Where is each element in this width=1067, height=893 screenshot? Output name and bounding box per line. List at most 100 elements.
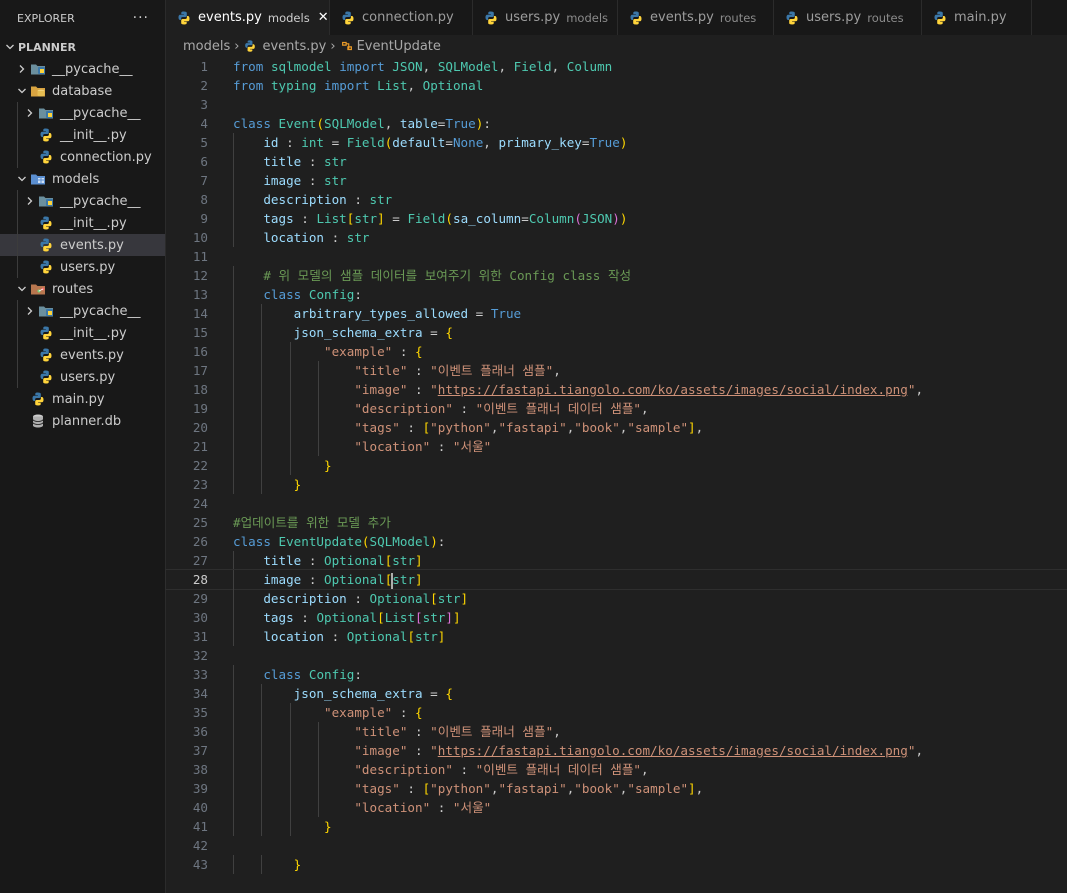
code-line[interactable]: 31 location : Optional[str]	[166, 627, 1067, 646]
python-file-icon	[932, 10, 948, 26]
code-line[interactable]: 32	[166, 646, 1067, 665]
more-actions-icon[interactable]: ···	[133, 10, 149, 26]
code-line[interactable]: 33 class Config:	[166, 665, 1067, 684]
tree-item[interactable]: routes	[0, 278, 165, 300]
breadcrumb-symbol[interactable]: EventUpdate	[357, 39, 441, 54]
code-line[interactable]: 21 "location" : "서울"	[166, 437, 1067, 456]
close-icon[interactable]: ✕	[318, 10, 329, 25]
indent-guide	[17, 102, 18, 124]
editor-tab[interactable]: events.py routes	[618, 0, 774, 35]
code-line[interactable]: 40 "location" : "서울"	[166, 798, 1067, 817]
line-number: 20	[192, 420, 208, 435]
editor-tab[interactable]: main.py	[922, 0, 1032, 35]
line-number: 10	[192, 230, 208, 245]
code-text: }	[324, 458, 332, 473]
tree-item[interactable]: users.py	[0, 366, 165, 388]
code-line[interactable]: 12 # 위 모델의 샘플 데이터를 보여주기 위한 Config class …	[166, 266, 1067, 285]
code-line[interactable]: 23 }	[166, 475, 1067, 494]
tree-item[interactable]: main.py	[0, 388, 165, 410]
tree-item-label: planner.db	[52, 413, 122, 429]
tree-item[interactable]: planner.db	[0, 410, 165, 432]
code-line[interactable]: 8 description : str	[166, 190, 1067, 209]
editor-tab[interactable]: users.py routes	[774, 0, 922, 35]
code-text: location : str	[263, 230, 370, 245]
code-line[interactable]: 15 json_schema_extra = {	[166, 323, 1067, 342]
code-line[interactable]: 24	[166, 494, 1067, 513]
tree-item-label: connection.py	[60, 149, 152, 165]
code-line[interactable]: 2 from typing import List, Optional	[166, 76, 1067, 95]
indent-guide	[17, 344, 18, 366]
editor-tab[interactable]: connection.py	[330, 0, 473, 35]
breadcrumb-folder[interactable]: models	[183, 39, 230, 54]
code-line[interactable]: 19 "description" : "이벤트 플래너 데이터 샘플",	[166, 399, 1067, 418]
code-line[interactable]: 9 tags : List[str] = Field(sa_column=Col…	[166, 209, 1067, 228]
code-line[interactable]: 18 "image" : "https://fastapi.tiangolo.c…	[166, 380, 1067, 399]
tree-item[interactable]: users.py	[0, 256, 165, 278]
code-line[interactable]: 22 }	[166, 456, 1067, 475]
code-line[interactable]: 43 }	[166, 855, 1067, 874]
chevron-right-icon: ›	[234, 38, 240, 54]
line-number: 21	[192, 439, 208, 454]
tree-item-label: __pycache__	[52, 61, 133, 77]
tree-item[interactable]: database	[0, 80, 165, 102]
code-line[interactable]: 6 title : str	[166, 152, 1067, 171]
tree-item[interactable]: events.py	[0, 344, 165, 366]
tree-item-label: __pycache__	[60, 303, 141, 319]
code-line[interactable]: 30 tags : Optional[List[str]]	[166, 608, 1067, 627]
tree-item[interactable]: __init__.py	[0, 212, 165, 234]
code-line[interactable]: 41 }	[166, 817, 1067, 836]
code-line[interactable]: 7 image : str	[166, 171, 1067, 190]
editor-tab[interactable]: events.py models ✕	[166, 0, 330, 35]
line-number: 3	[200, 97, 208, 112]
code-line[interactable]: 29 description : Optional[str]	[166, 589, 1067, 608]
code-line[interactable]: 34 json_schema_extra = {	[166, 684, 1067, 703]
code-line[interactable]: 25 #업데이트를 위한 모델 추가	[166, 513, 1067, 532]
tree-item[interactable]: connection.py	[0, 146, 165, 168]
code-text: class EventUpdate(SQLModel):	[233, 534, 446, 549]
line-number: 15	[192, 325, 208, 340]
code-text: # 위 모델의 샘플 데이터를 보여주기 위한 Config class 작성	[263, 268, 632, 283]
code-line[interactable]: 37 "image" : "https://fastapi.tiangolo.c…	[166, 741, 1067, 760]
code-line[interactable]: 38 "description" : "이벤트 플래너 데이터 샘플",	[166, 760, 1067, 779]
code-text: "example" : {	[324, 705, 423, 720]
code-line[interactable]: 16 "example" : {	[166, 342, 1067, 361]
line-number: 41	[192, 819, 208, 834]
code-line[interactable]: 1 from sqlmodel import JSON, SQLModel, Fi…	[166, 57, 1067, 76]
code-line[interactable]: 11	[166, 247, 1067, 266]
code-line[interactable]: 13 class Config:	[166, 285, 1067, 304]
code-line[interactable]: 39 "tags" : ["python","fastapi","book","…	[166, 779, 1067, 798]
tree-item[interactable]: __init__.py	[0, 124, 165, 146]
code-line[interactable]: 10 location : str	[166, 228, 1067, 247]
code-line[interactable]: 28 image : Optional[str]	[165, 569, 1067, 590]
line-number: 1	[200, 59, 208, 74]
workspace-root[interactable]: PLANNER	[0, 36, 165, 58]
code-text: from sqlmodel import JSON, SQLModel, Fie…	[233, 59, 613, 74]
code-line[interactable]: 36 "title" : "이벤트 플래너 샘플",	[166, 722, 1067, 741]
breadcrumb-file[interactable]: events.py	[262, 39, 326, 54]
tree-item[interactable]: __pycache__	[0, 300, 165, 322]
code-line[interactable]: 5 id : int = Field(default=None, primary…	[166, 133, 1067, 152]
tree-item[interactable]: __pycache__	[0, 190, 165, 212]
line-number: 24	[192, 496, 208, 511]
line-number: 18	[192, 382, 208, 397]
code-line[interactable]: 42	[166, 836, 1067, 855]
tree-item[interactable]: __init__.py	[0, 322, 165, 344]
code-line[interactable]: 35 "example" : {	[166, 703, 1067, 722]
tree-item[interactable]: __pycache__	[0, 102, 165, 124]
code-line[interactable]: 14 arbitrary_types_allowed = True	[166, 304, 1067, 323]
pycache-folder-icon	[30, 61, 46, 77]
tree-item[interactable]: __pycache__	[0, 58, 165, 80]
code-line[interactable]: 3	[166, 95, 1067, 114]
code-line[interactable]: 4 class Event(SQLModel, table=True):	[166, 114, 1067, 133]
code-editor[interactable]: 1 from sqlmodel import JSON, SQLModel, Fi…	[165, 57, 1067, 893]
code-line[interactable]: 27 title : Optional[str]	[166, 551, 1067, 570]
tree-item[interactable]: models	[0, 168, 165, 190]
editor-tab[interactable]: users.py models	[473, 0, 618, 35]
code-line[interactable]: 17 "title" : "이벤트 플래너 샘플",	[166, 361, 1067, 380]
line-number: 13	[192, 287, 208, 302]
code-line[interactable]: 26 class EventUpdate(SQLModel):	[166, 532, 1067, 551]
tree-item[interactable]: events.py	[0, 234, 165, 256]
code-line[interactable]: 20 "tags" : ["python","fastapi","book","…	[166, 418, 1067, 437]
